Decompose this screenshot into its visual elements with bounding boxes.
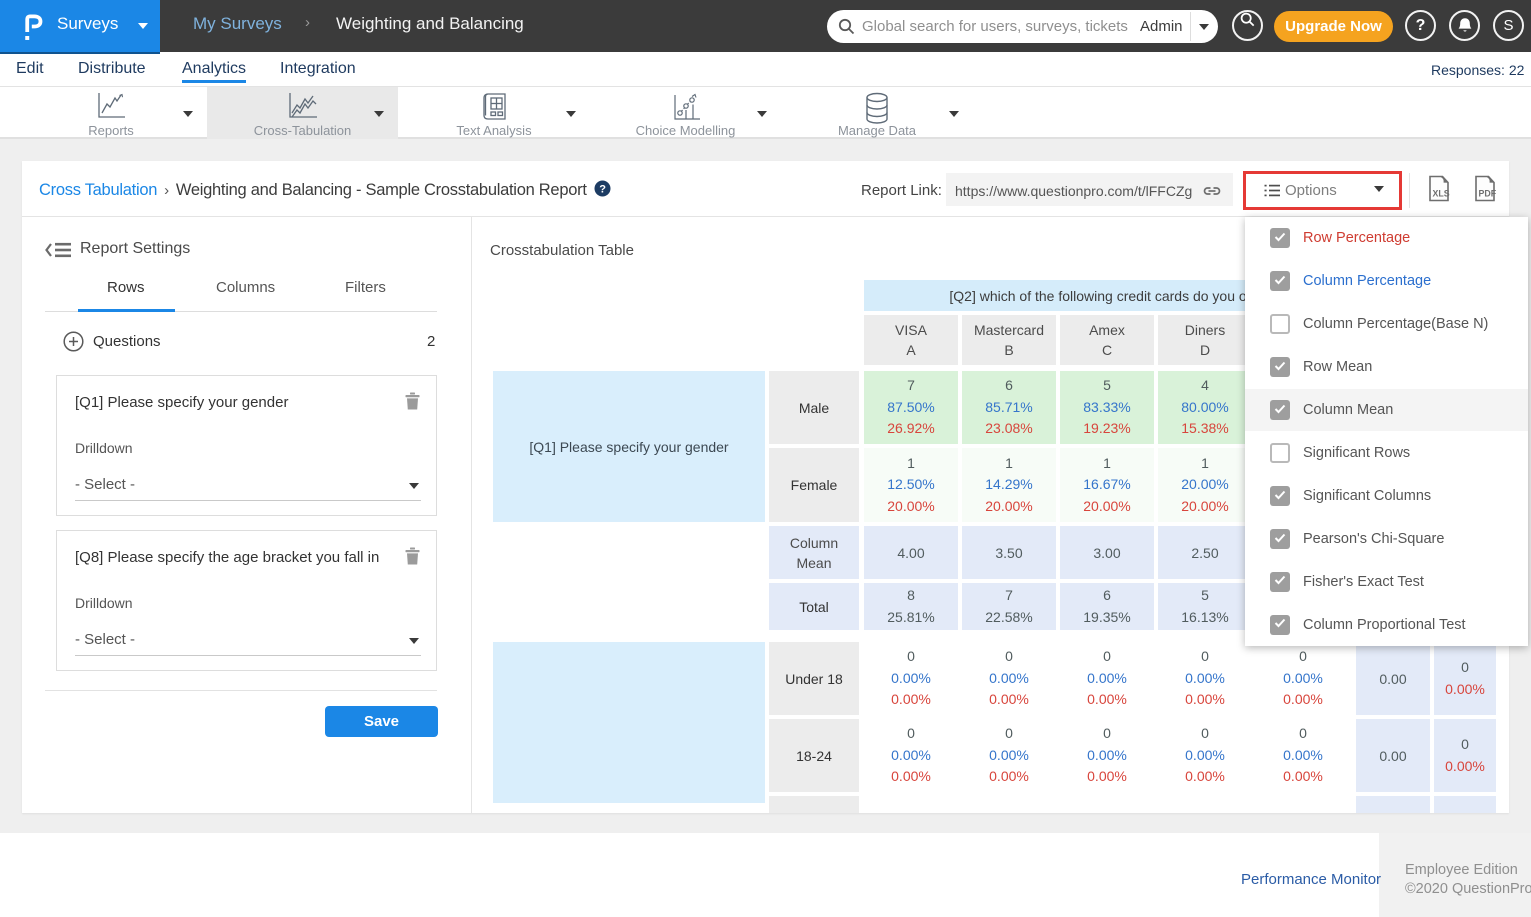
svg-text:PDF: PDF: [1479, 189, 1497, 199]
svg-text:?: ?: [599, 183, 606, 195]
svg-text:XLS: XLS: [1433, 189, 1450, 199]
